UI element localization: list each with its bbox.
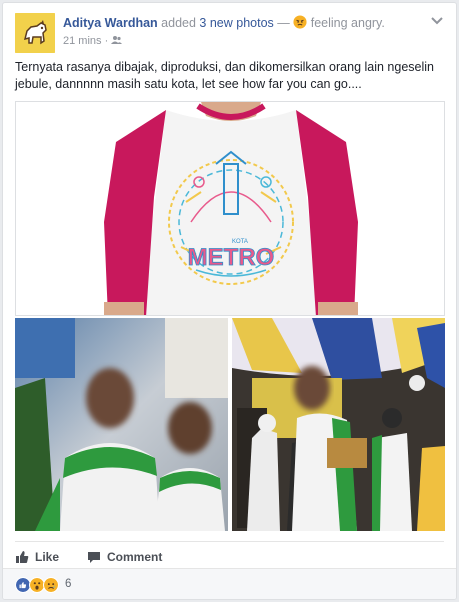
photo-two-people[interactable] [15,318,228,531]
post-body-text: Ternyata rasanya dibajak, diproduksi, da… [15,60,434,91]
post-headline: Aditya Wardhan added 3 new photos — feel… [63,15,424,31]
action-prefix: added [161,16,196,30]
avatar[interactable] [15,13,55,53]
author-name[interactable]: Aditya Wardhan [63,16,158,30]
post-card: Aditya Wardhan added 3 new photos — feel… [2,2,457,600]
sad-icon [43,577,59,593]
reactions-bar: 6 [3,568,456,599]
comment-button[interactable]: Comment [87,550,162,564]
dog-icon [15,13,55,53]
reaction-count[interactable]: 6 [65,578,71,590]
comment-icon [88,551,100,563]
post-actions: Like Comment [15,541,444,569]
chevron-down-icon[interactable] [430,15,444,27]
photos-link[interactable]: 3 new photos [199,16,273,30]
like-label: Like [35,550,60,564]
like-button[interactable]: Like [15,550,59,564]
photo-tshirt[interactable]: METRO KOTA [15,101,445,316]
timestamp[interactable]: 21 mins [63,35,102,47]
tshirt-image: METRO KOTA [16,102,444,315]
feeling-text: feeling angry. [310,16,385,30]
reaction-icons[interactable] [15,577,59,593]
separator: — [277,16,290,30]
post-meta: 21 mins · [63,35,123,47]
people-photo-image [15,318,228,531]
thumbs-up-icon [16,551,29,563]
crowd-photo-image [232,318,445,531]
post-header: Aditya Wardhan added 3 new photos — feel… [15,13,444,53]
comment-label: Comment [107,550,163,564]
shirt-kota-text: KOTA [232,239,248,245]
photo-event-crowd[interactable] [232,318,445,531]
angry-face-icon [293,15,307,29]
friends-icon[interactable] [111,35,123,45]
shirt-metro-text: METRO [188,244,275,271]
